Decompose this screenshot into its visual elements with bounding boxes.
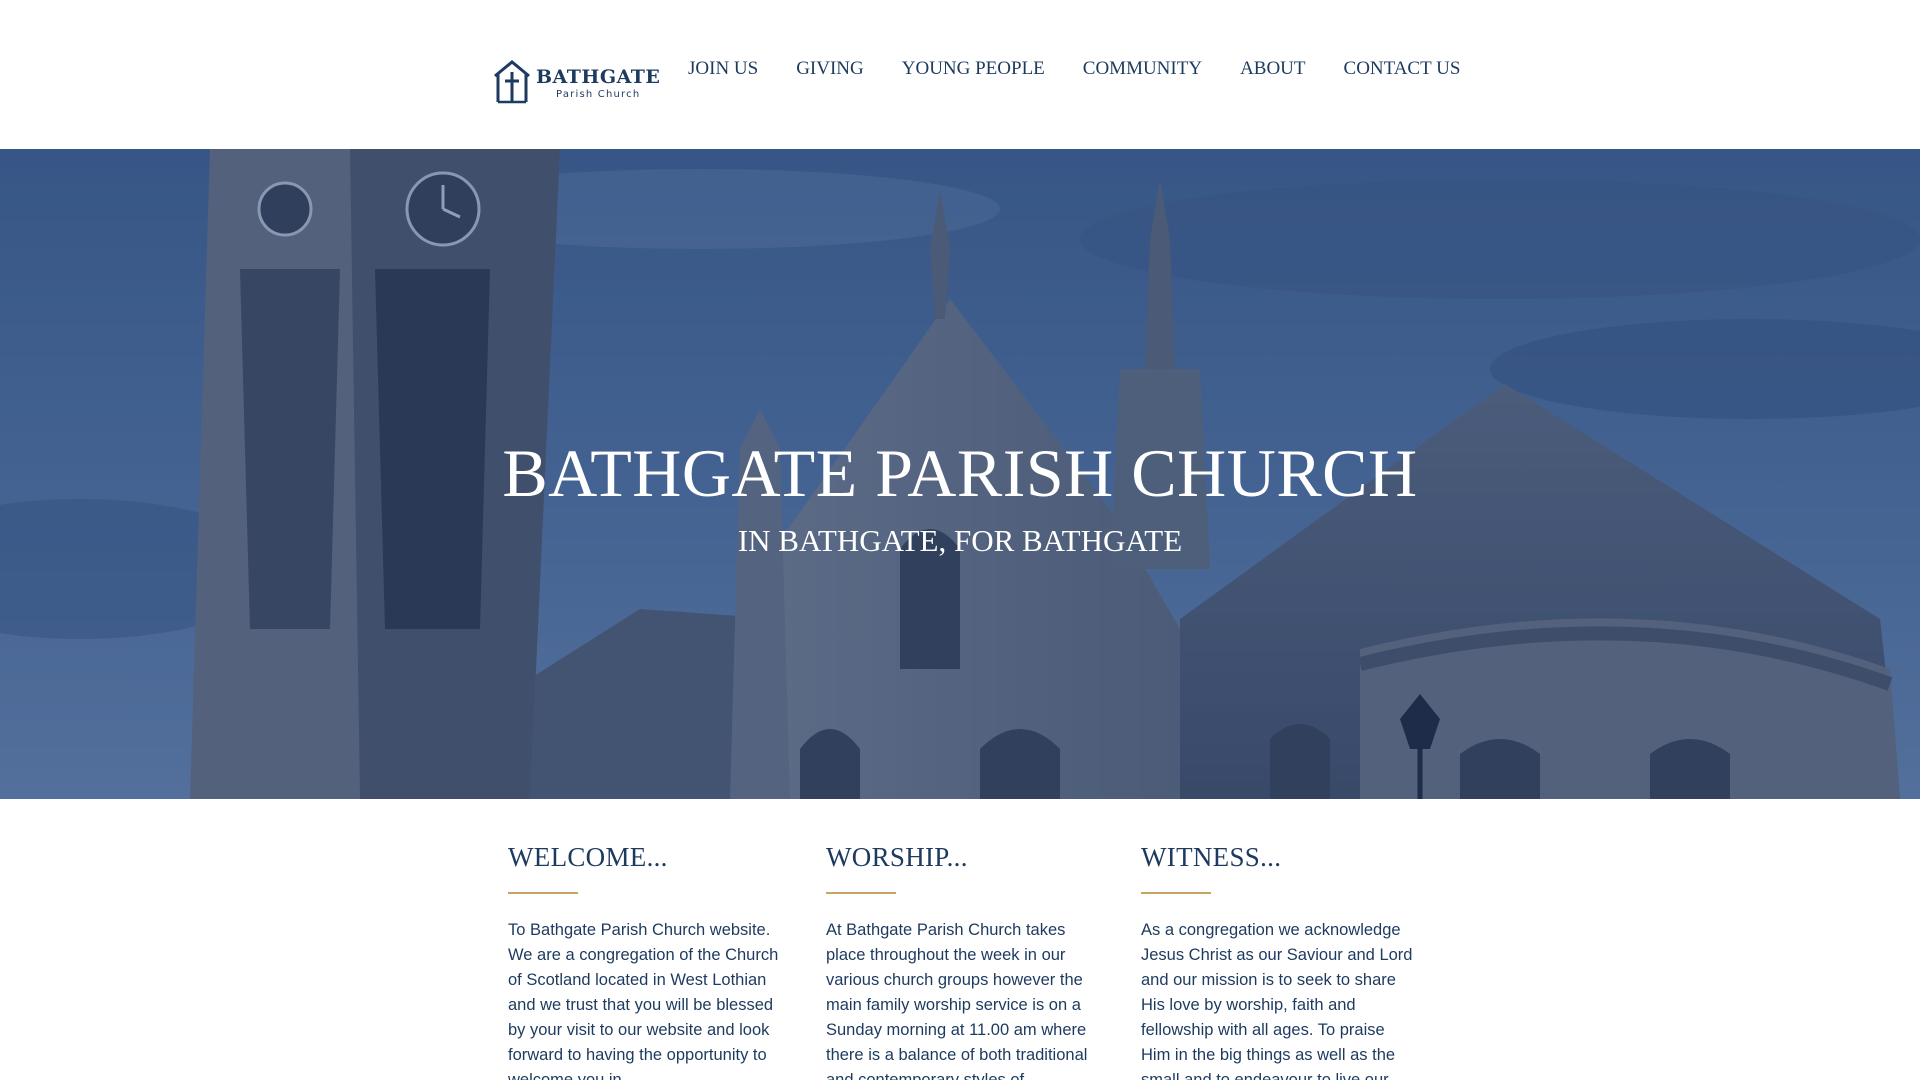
welcome-column: WELCOME... To Bathgate Parish Church web… <box>508 841 782 1080</box>
nav-about[interactable]: ABOUT <box>1240 58 1305 80</box>
heading-divider <box>1141 892 1211 894</box>
welcome-text: To Bathgate Parish Church website. We ar… <box>508 921 779 1080</box>
heading-divider <box>508 892 578 894</box>
hero-banner: BATHGATE PARISH CHURCH IN BATHGATE, FOR … <box>0 149 1920 799</box>
logo-text: BATHGATE Parish Church <box>536 66 660 104</box>
worship-column: WORSHIP... At Bathgate Parish Church tak… <box>826 841 1100 1080</box>
nav-join-us[interactable]: JOIN US <box>688 58 758 80</box>
site-logo[interactable]: BATHGATE Parish Church <box>492 56 660 104</box>
site-header: BATHGATE Parish Church JOIN US GIVING YO… <box>0 0 1920 149</box>
nav-young-people[interactable]: YOUNG PEOPLE <box>902 58 1045 80</box>
welcome-heading: WELCOME... <box>508 842 668 872</box>
witness-heading: WITNESS... <box>1141 842 1282 872</box>
witness-text: As a congregation we acknowledge Jesus C… <box>1141 921 1413 1080</box>
nav-community[interactable]: COMMUNITY <box>1083 58 1202 80</box>
hero-title: BATHGATE PARISH CHURCH <box>502 435 1418 511</box>
main-nav: JOIN US GIVING YOUNG PEOPLE COMMUNITY AB… <box>688 58 1460 80</box>
nav-contact-us[interactable]: CONTACT US <box>1344 58 1461 80</box>
logo-name: BATHGATE <box>536 66 661 88</box>
witness-column: WITNESS... As a congregation we acknowle… <box>1141 841 1415 1080</box>
heading-divider <box>826 892 896 894</box>
hero-subtitle: IN BATHGATE, FOR BATHGATE <box>737 523 1183 558</box>
nav-giving[interactable]: GIVING <box>796 58 864 80</box>
logo-subtitle: Parish Church <box>556 89 641 100</box>
intro-columns: WELCOME... To Bathgate Parish Church web… <box>0 799 1920 1080</box>
worship-text: At Bathgate Parish Church takes place th… <box>826 921 1088 1080</box>
worship-heading: WORSHIP... <box>826 842 968 872</box>
church-cross-icon <box>494 60 530 104</box>
